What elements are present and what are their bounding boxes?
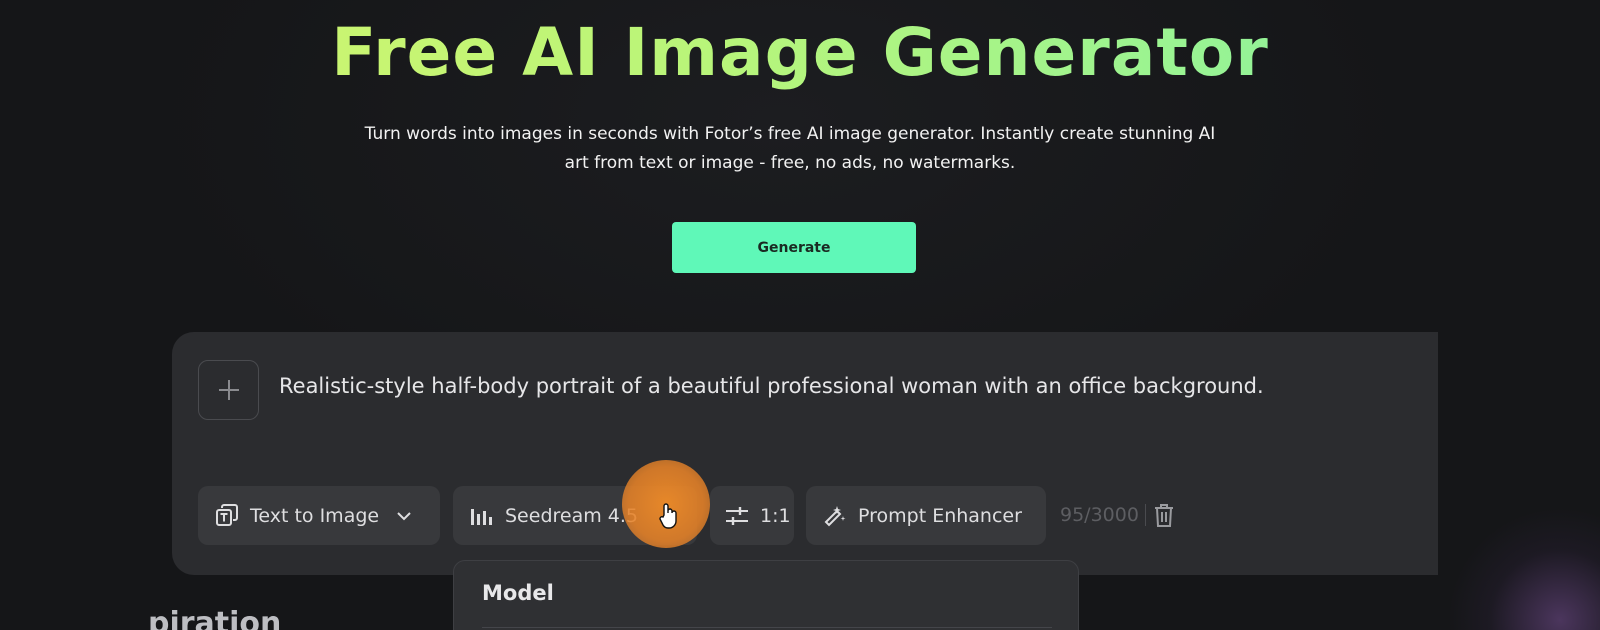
subtitle-line-2: art from text or image - free, no ads, n… (564, 153, 1016, 173)
dropdown-divider (482, 627, 1052, 628)
ratio-label: 1:1 (760, 504, 791, 527)
subtitle-line-1: Turn words into images in seconds with F… (364, 124, 1216, 144)
mode-selector[interactable]: Text to Image (198, 486, 440, 545)
prompt-enhancer-button[interactable]: Prompt Enhancer (806, 486, 1046, 545)
add-image-button[interactable] (198, 360, 259, 420)
page-subtitle: Turn words into images in seconds with F… (340, 120, 1240, 178)
generate-button[interactable]: Generate (672, 222, 916, 273)
counter-divider (1144, 504, 1146, 526)
aspect-ratio-selector[interactable]: 1:1 (710, 486, 794, 545)
hand-cursor-icon (658, 502, 680, 530)
model-dropdown: Model (453, 560, 1079, 630)
magic-wand-icon (822, 503, 848, 529)
page-title: Free AI Image Generator (0, 14, 1600, 91)
chevron-down-icon (395, 507, 413, 525)
bars-icon (469, 504, 495, 528)
prompt-input[interactable]: Realistic-style half-body portrait of a … (279, 374, 1419, 398)
enhancer-label: Prompt Enhancer (858, 504, 1022, 527)
plus-icon (216, 377, 242, 403)
model-label: Seedream 4.5 (505, 504, 638, 527)
counter-value: 95/3000 (1060, 504, 1139, 526)
character-counter: 95/3000 (1060, 502, 1176, 528)
dropdown-title: Model (482, 581, 554, 605)
section-heading: piration (148, 606, 282, 630)
mode-label: Text to Image (250, 504, 380, 527)
trash-icon[interactable] (1152, 502, 1176, 528)
text-image-icon (214, 503, 240, 529)
page: Free AI Image Generator Turn words into … (0, 0, 1600, 630)
sliders-icon (724, 504, 750, 528)
